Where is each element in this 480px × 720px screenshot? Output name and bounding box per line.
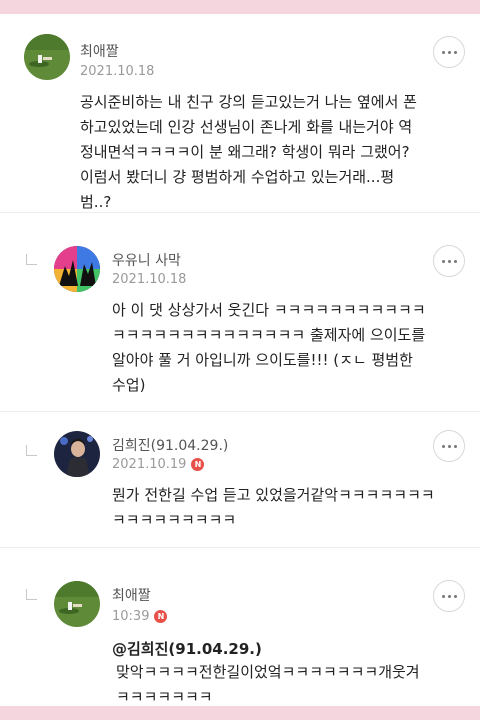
comment-text: 아 이 댓 상상가서 웃긴다 ㅋㅋㅋㅋㅋㅋㅋㅋㅋㅋㅋ ㅋㅋㅋㅋㅋㅋㅋㅋㅋㅋㅋㅋㅋ… bbox=[112, 301, 426, 394]
bottom-decorative-strip bbox=[0, 706, 480, 720]
comment-date: 10:39 bbox=[112, 609, 150, 624]
avatar[interactable] bbox=[54, 581, 100, 627]
more-options-button[interactable] bbox=[433, 36, 465, 68]
comment-date: 2021.10.18 bbox=[112, 272, 187, 287]
avatar[interactable] bbox=[54, 246, 100, 292]
more-options-icon bbox=[441, 444, 457, 448]
comment-mention[interactable]: @김희진(91.04.29.) bbox=[112, 638, 262, 659]
comment-item: 최애짤 2021.10.18 공시준비하는 내 친구 강의 듣고있는거 나는 옆… bbox=[0, 14, 480, 213]
new-badge: N bbox=[154, 610, 168, 623]
reply-indicator-icon bbox=[26, 589, 37, 600]
comment-author[interactable]: 최애짤 bbox=[112, 585, 151, 605]
comment-date-row: 10:39 N bbox=[112, 609, 168, 624]
more-options-icon bbox=[441, 594, 457, 598]
more-options-button[interactable] bbox=[433, 245, 465, 277]
more-options-icon bbox=[441, 259, 457, 263]
avatar[interactable] bbox=[24, 34, 70, 80]
comment-date-row: 2021.10.18 bbox=[80, 64, 154, 79]
comment-author[interactable]: 우유니 사막 bbox=[112, 250, 181, 270]
comment-author[interactable]: 최애짤 bbox=[80, 41, 119, 61]
comment-text: 뭔가 전한길 수업 듣고 있었을거같악ㅋㅋㅋㅋㅋㅋㅋ ㅋㅋㅋㅋㅋㅋㅋㅋㅋ bbox=[112, 486, 435, 529]
comment-text: 공시준비하는 내 친구 강의 듣고있는거 나는 옆에서 폰 하고있었는데 인강 … bbox=[80, 93, 417, 211]
reply-indicator-icon bbox=[26, 445, 37, 456]
comment-author[interactable]: 김희진(91.04.29.) bbox=[112, 435, 228, 455]
comment-text: 맞악ㅋㅋㅋㅋ전한길이었엌ㅋㅋㅋㅋㅋㅋㅋ개웃겨 ㅋㅋㅋㅋㅋㅋㅋ bbox=[116, 663, 420, 706]
comment-date-row: 2021.10.19 N bbox=[112, 457, 205, 472]
comment-item: 최애짤 10:39 N @김희진(91.04.29.) 맞악ㅋㅋㅋㅋ전한길이었엌… bbox=[0, 547, 480, 706]
new-badge: N bbox=[191, 458, 205, 471]
comment-date: 2021.10.18 bbox=[80, 64, 155, 79]
comment-item: 우유니 사막 2021.10.18 아 이 댓 상상가서 웃긴다 ㅋㅋㅋㅋㅋㅋㅋ… bbox=[0, 212, 480, 412]
more-options-button[interactable] bbox=[433, 580, 465, 612]
reply-indicator-icon bbox=[26, 254, 37, 265]
avatar[interactable] bbox=[54, 431, 100, 477]
comment-date: 2021.10.19 bbox=[112, 457, 187, 472]
more-options-button[interactable] bbox=[433, 430, 465, 462]
comment-feed: 최애짤 2021.10.18 공시준비하는 내 친구 강의 듣고있는거 나는 옆… bbox=[0, 14, 480, 706]
top-decorative-strip bbox=[0, 0, 480, 14]
comment-item: 김희진(91.04.29.) 2021.10.19 N 뭔가 전한길 수업 듣고… bbox=[0, 411, 480, 548]
more-options-icon bbox=[441, 50, 457, 54]
comment-date-row: 2021.10.18 bbox=[112, 272, 186, 287]
